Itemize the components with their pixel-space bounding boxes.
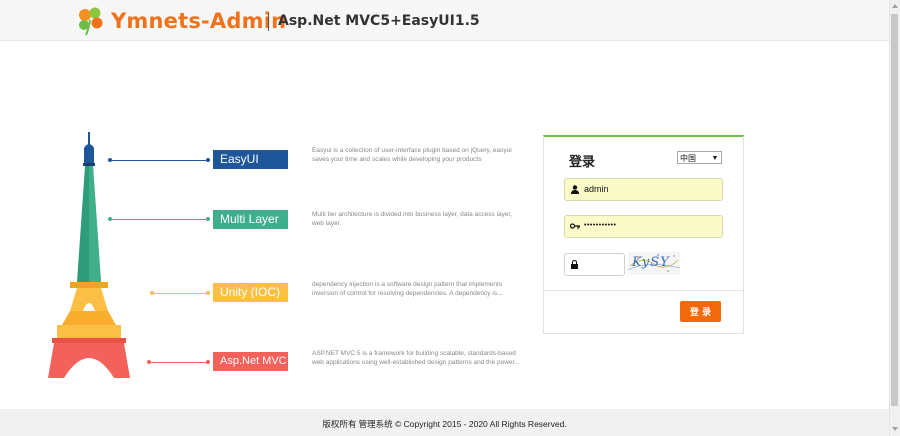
feature-label-multi-layer: Multi Layer: [213, 210, 288, 229]
copyright-text: 版权所有 管理系统 © Copyright 2015 - 2020 All Ri…: [322, 419, 567, 429]
brand-title: Ymnets-Admin: [111, 9, 287, 33]
clover-logo-icon: [79, 7, 103, 36]
feature-label-easyui: EasyUI: [213, 150, 288, 169]
feature-connector-dot: [206, 158, 210, 162]
feature-connector-dot: [150, 291, 154, 295]
scrollbar-thumb[interactable]: [891, 14, 898, 406]
feature-connector-dot: [108, 158, 112, 162]
login-title: 登录: [569, 155, 596, 170]
captcha-text: KySY: [632, 255, 670, 270]
feature-connector-dot: [108, 217, 112, 221]
feature-connector-line: [110, 219, 208, 220]
brand-subtitle: Asp.Net MVC5+EasyUI1.5: [278, 13, 480, 29]
feature-description: dependency injection is a software desig…: [312, 281, 503, 297]
feature-connector-line: [149, 362, 208, 363]
chevron-down-icon[interactable]: [713, 156, 717, 160]
feature-connector-line: [152, 293, 208, 294]
feature-label-aspnet-mvc: Asp.Net MVC: [213, 352, 288, 371]
user-icon: [571, 185, 579, 194]
feature-description: Easyui is a collection of user-interface…: [312, 147, 512, 163]
password-value: •••••••••••: [584, 222, 617, 229]
feature-connector-dot: [206, 217, 210, 221]
feature-connector-dot: [206, 360, 210, 364]
lock-icon: [571, 260, 578, 269]
feature-description: ASP.NET MVC 5 is a framework for buildin…: [312, 350, 520, 366]
feature-connector-dot: [147, 360, 151, 364]
panel-divider: [544, 290, 743, 291]
scroll-up-icon[interactable]: [892, 4, 898, 8]
login-button[interactable]: 登 录: [680, 301, 721, 322]
feature-connector-dot: [206, 291, 210, 295]
scroll-down-icon[interactable]: [892, 427, 898, 431]
key-icon: [570, 223, 580, 229]
feature-label-unity-ioc: Unity (IOC): [213, 283, 288, 302]
header-divider: [268, 13, 269, 31]
feature-connector-line: [110, 160, 208, 161]
username-value: admin: [584, 184, 609, 194]
feature-description: Multi tier architecture is divided into …: [312, 211, 513, 227]
eiffel-tower-illustration: [48, 132, 130, 378]
